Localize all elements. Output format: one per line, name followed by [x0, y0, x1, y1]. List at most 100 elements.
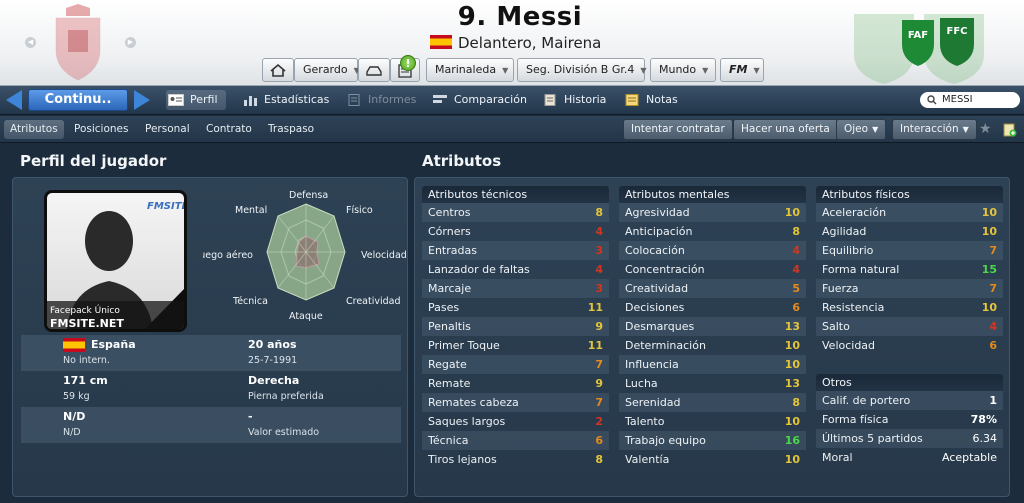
tab-estadisticas[interactable]: Estadísticas — [240, 90, 329, 110]
fm-menu-button[interactable]: FM ▼ — [720, 58, 764, 82]
alert-badge[interactable]: ! — [400, 55, 416, 71]
subtab-traspaso[interactable]: Traspaso — [262, 120, 320, 139]
attribute-value: 4 — [792, 263, 800, 276]
tab-historia[interactable]: Historia — [540, 90, 606, 110]
attribute-row: Anticipación 8 — [619, 222, 806, 241]
attribute-name: Últimos 5 partidos — [822, 432, 923, 445]
attribute-radar-chart: Defensa Físico Velocidad Creatividad Ata… — [203, 186, 407, 326]
competition-dropdown[interactable]: Seg. División B Gr.4 ▼ — [517, 58, 647, 82]
world-dropdown[interactable]: Mundo ▼ — [650, 58, 716, 82]
attribute-row: Forma natural 15 — [816, 260, 1003, 279]
subtab-posiciones[interactable]: Posiciones — [68, 120, 134, 139]
attribute-name: Técnica — [428, 434, 469, 447]
attribute-value: 10 — [784, 415, 800, 428]
make-offer-button[interactable]: Hacer una oferta — [733, 119, 838, 140]
scout-label: Ojeo — [844, 123, 869, 135]
age-value: 20 años — [248, 338, 297, 351]
attribute-value: 1 — [989, 394, 997, 407]
chevron-down-icon: ▼ — [872, 125, 879, 134]
attribute-name: Anticipación — [625, 225, 693, 238]
attribute-value: 6 — [792, 301, 800, 314]
attribute-name: Salto — [822, 320, 850, 333]
preferred-foot-value: Derecha — [248, 374, 300, 387]
attribute-row: Colocación 4 — [619, 241, 806, 260]
attribute-name: Regate — [428, 358, 467, 371]
home-button[interactable] — [262, 58, 294, 82]
scout-dropdown[interactable]: Ojeo ▼ — [836, 119, 887, 140]
profile-icon — [168, 94, 184, 106]
prev-crest-arrow-icon[interactable]: ◀ — [25, 37, 36, 48]
club-crests-right: FAF FFC — [854, 14, 984, 84]
subtab-personal[interactable]: Personal — [139, 120, 196, 139]
forward-arrow-icon[interactable] — [134, 90, 150, 110]
attribute-name: Penaltis — [428, 320, 471, 333]
add-shortlist-icon[interactable] — [1003, 123, 1017, 137]
radar-label-creatividad: Creatividad — [346, 296, 401, 307]
attribute-value: 4 — [595, 263, 603, 276]
attribute-value: 16 — [784, 434, 800, 447]
player-position-club: Delantero, Mairena — [430, 34, 601, 52]
subtab-atributos[interactable]: Atributos — [4, 120, 64, 139]
continue-button[interactable]: Continu.. — [28, 89, 128, 111]
try-sign-button[interactable]: Intentar contratar — [623, 119, 733, 140]
international-status: No intern. — [63, 355, 110, 366]
attribute-value: 6 — [595, 434, 603, 447]
attribute-row: Penaltis 9 — [422, 317, 609, 336]
next-crest-arrow-icon[interactable]: ▶ — [125, 37, 136, 48]
star-icon[interactable]: ★ — [979, 121, 992, 137]
attribute-value: 6.34 — [972, 432, 998, 445]
tab-label: Notas — [646, 93, 678, 106]
player-info-grid: España No intern. 20 años 25-7-1991 171 … — [21, 335, 401, 443]
mental-attributes-column: Atributos mentales Agresividad 10 Anticipa… — [619, 186, 806, 469]
attribute-row: Determinación 10 — [619, 336, 806, 355]
chevron-down-icon: ▼ — [962, 125, 969, 134]
attribute-row: Moral Aceptable — [816, 448, 1003, 467]
attribute-name: Moral — [822, 451, 853, 464]
radar-label-tecnica: Técnica — [233, 296, 268, 307]
subtab-contrato[interactable]: Contrato — [200, 120, 258, 139]
tab-informes[interactable]: Informes — [344, 90, 416, 110]
attribute-value: 9 — [595, 320, 603, 333]
tab-notas[interactable]: Notas — [622, 90, 678, 110]
attribute-name: Forma física — [822, 413, 889, 426]
attribute-row: Forma física 78% — [816, 410, 1003, 429]
attribute-row: Regate 7 — [422, 355, 609, 374]
na-sub-value: N/D — [63, 427, 81, 438]
manager-dropdown[interactable]: Gerardo ▼ — [294, 58, 360, 82]
attribute-value: 4 — [989, 320, 997, 333]
home-icon — [270, 63, 286, 77]
attribute-row: Salto 4 — [816, 317, 1003, 336]
attribute-row: Talento 10 — [619, 412, 806, 431]
history-icon — [544, 94, 556, 106]
tab-comparacion[interactable]: Comparación — [430, 90, 527, 110]
attribute-name: Córners — [428, 225, 471, 238]
interaction-dropdown[interactable]: Interacción ▼ — [892, 119, 977, 140]
attribute-name: Creatividad — [625, 282, 689, 295]
tab-perfil[interactable]: Perfil — [166, 90, 226, 110]
physical-attributes-header: Atributos físicos — [816, 186, 1003, 203]
tab-label: Historia — [564, 93, 607, 106]
tab-label: Informes — [368, 93, 417, 106]
attribute-value: 7 — [989, 244, 997, 257]
attribute-value: 10 — [981, 301, 997, 314]
attribute-name: Talento — [625, 415, 665, 428]
attribute-name: Pases — [428, 301, 460, 314]
location-dropdown[interactable]: Marinaleda ▼ — [426, 58, 514, 82]
attribute-value: 7 — [989, 282, 997, 295]
attribute-value: 7 — [595, 358, 603, 371]
inbox-button[interactable] — [358, 58, 390, 82]
location-label: Marinaleda — [435, 63, 497, 76]
search-field[interactable]: MESSI — [920, 92, 1020, 108]
attribute-name: Saques largos — [428, 415, 506, 428]
attribute-row: Resistencia 10 — [816, 298, 1003, 317]
attribute-row: Agilidad 10 — [816, 222, 1003, 241]
attribute-row: Influencia 10 — [619, 355, 806, 374]
attribute-name: Equilibrio — [822, 244, 874, 257]
attribute-value: 4 — [595, 225, 603, 238]
chevron-down-icon: ▼ — [640, 66, 647, 75]
spain-flag-icon — [63, 338, 85, 352]
back-arrow-icon[interactable] — [6, 90, 22, 110]
player-profile-panel: FMSITE Facepack Único FMSITE.NET Defensa… — [12, 177, 408, 497]
svg-text:FAF: FAF — [908, 30, 928, 41]
comparison-icon — [433, 95, 447, 103]
